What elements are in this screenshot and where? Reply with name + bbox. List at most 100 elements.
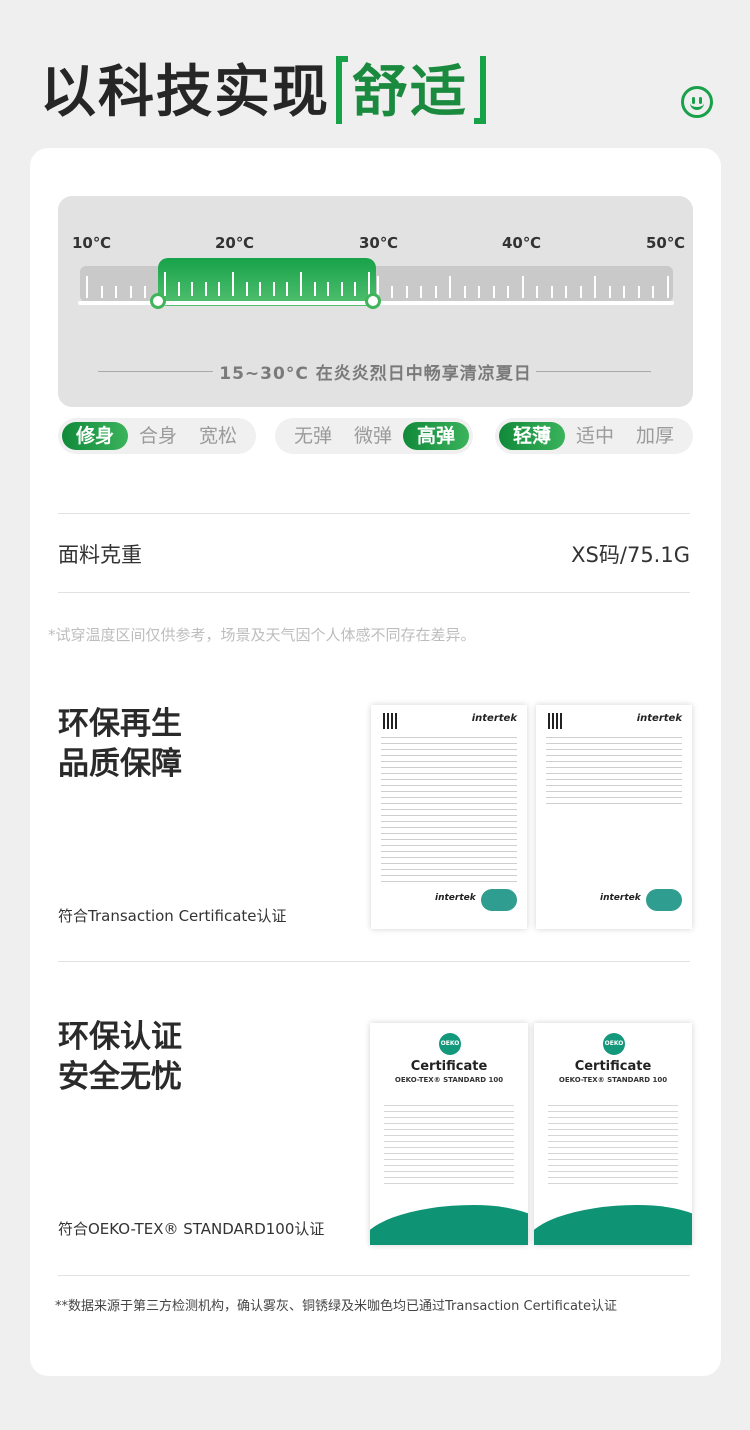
certificate-standard: OEKO-TEX® STANDARD 100 [558, 1076, 668, 1084]
fit-group: 修身 合身 宽松 [58, 418, 256, 454]
content-card: 10℃ 20℃ 30℃ 40℃ 50℃ 15~30°C 在炎炎烈日中畅享清凉夏日… [30, 148, 721, 1376]
range-tick [218, 282, 221, 296]
fabric-weight-label: 面料克重 [58, 543, 142, 567]
transaction-certificate-page-2: intertek intertek [536, 705, 692, 929]
intertek-logo-footer: intertek [600, 893, 641, 903]
bracket-left-icon [336, 56, 348, 124]
document-text-lines [381, 737, 517, 887]
section2-subtitle: 符合OEKO-TEX® STANDARD100认证 [58, 1220, 325, 1238]
range-tick [300, 272, 302, 296]
certificate-text-lines [384, 1105, 514, 1185]
range-end-handle [365, 293, 381, 309]
ruler-tick [492, 286, 495, 298]
ruler-tick [507, 286, 510, 298]
oeko-tex-badge-icon: OEKO TEX [603, 1033, 625, 1069]
ruler-tick [391, 286, 394, 298]
section2-title-line1: 环保认证 [58, 1019, 182, 1055]
recycled-standard-seal-icon [481, 889, 517, 911]
ruler-tick [623, 286, 626, 298]
ruler-tick [521, 276, 524, 298]
divider [58, 513, 690, 514]
intertek-logo: intertek [471, 713, 517, 724]
ruler-tick [594, 276, 597, 298]
temperature-selected-range [158, 258, 376, 306]
certificate-wave-decoration [534, 1205, 692, 1245]
range-tick [272, 282, 275, 296]
range-tick [313, 282, 316, 296]
temp-label-20: 20℃ [215, 234, 255, 252]
range-tick [204, 282, 207, 296]
range-tick [164, 272, 166, 296]
temp-label-30: 30℃ [359, 234, 399, 252]
fit-option-loose: 宽松 [198, 425, 237, 447]
divider [58, 961, 690, 962]
certificate-standard: OEKO-TEX® STANDARD 100 [394, 1076, 504, 1084]
fabric-weight-value: XS码/75.1G [571, 543, 690, 567]
page-header: 以科技实现 舒适 [0, 0, 750, 150]
ruler-tick [565, 286, 568, 298]
fit-option-slim: 修身 [62, 422, 128, 450]
certificate-title: Certificate [410, 1059, 488, 1074]
range-tick [191, 282, 194, 296]
ruler-tick [100, 286, 103, 298]
ruler-tick [637, 286, 640, 298]
temperature-range-panel: 10℃ 20℃ 30℃ 40℃ 50℃ 15~30°C 在炎炎烈日中畅享清凉夏日 [58, 196, 693, 407]
range-tick [327, 282, 330, 296]
range-start-handle [150, 293, 166, 309]
qr-code-icon [548, 713, 564, 729]
section1-title-line1: 环保再生 [58, 706, 182, 742]
document-text-lines [546, 737, 682, 807]
ruler-tick [86, 276, 88, 298]
ruler-tick [115, 286, 118, 298]
ruler-tick [536, 286, 539, 298]
intertek-logo: intertek [636, 713, 682, 724]
range-tick [259, 282, 262, 296]
bracket-right-icon [474, 56, 486, 124]
ruler-tick [463, 286, 466, 298]
temperature-note: *试穿温度区间仅供参考，场景及天气因个人体感不同存在差异。 [48, 626, 476, 644]
ruler-tick [449, 276, 452, 298]
transaction-certificate-page-1: intertek intertek [371, 705, 527, 929]
recycled-standard-seal-icon [646, 889, 682, 911]
ruler-tick [550, 286, 553, 298]
qr-code-icon [383, 713, 399, 729]
ruler-tick [420, 286, 423, 298]
fit-attributes: 修身 合身 宽松 无弹 微弹 高弹 轻薄 适中 加厚 [58, 418, 698, 456]
temp-label-50: 50℃ [646, 234, 686, 252]
oeko-tex-badge-icon: OEKO TEX [439, 1033, 461, 1069]
oeko-tex-certificate-1: OEKO TEX Certificate OEKO-TEX® STANDARD … [370, 1023, 528, 1245]
fit-option-regular: 合身 [138, 425, 177, 447]
certificate-title: Certificate [574, 1059, 652, 1074]
page-title: 以科技实现 [40, 60, 330, 125]
stretch-group: 无弹 微弹 高弹 [275, 418, 473, 454]
intertek-logo-footer: intertek [435, 893, 476, 903]
ruler-tick [144, 286, 147, 298]
thickness-option-medium: 适中 [575, 425, 614, 447]
ruler-tick [667, 276, 669, 298]
ruler-tick [652, 286, 655, 298]
divider [58, 1275, 690, 1276]
smile-icon [681, 86, 713, 118]
ruler-tick [405, 286, 408, 298]
section1-subtitle: 符合Transaction Certificate认证 [58, 907, 287, 925]
caption-line-right [536, 371, 651, 372]
range-tick [245, 282, 248, 296]
oeko-tex-certificate-2: OEKO TEX Certificate OEKO-TEX® STANDARD … [534, 1023, 692, 1245]
range-tick [232, 272, 234, 296]
temp-label-40: 40℃ [502, 234, 542, 252]
divider [58, 592, 690, 593]
thickness-group: 轻薄 适中 加厚 [495, 418, 693, 454]
stretch-option-none: 无弹 [293, 425, 332, 447]
section2-title-line2: 安全无忧 [58, 1059, 182, 1095]
data-source-disclaimer: **数据来源于第三方检测机构，确认雾灰、铜锈绿及米咖色均已通过Transacti… [55, 1299, 618, 1314]
thickness-option-thick: 加厚 [635, 425, 674, 447]
title-accent: 舒适 [352, 60, 468, 125]
certificate-text-lines [548, 1105, 678, 1185]
certificate-wave-decoration [370, 1205, 528, 1245]
ruler-tick [608, 286, 611, 298]
ruler-tick [478, 286, 481, 298]
ruler-tick [579, 286, 582, 298]
range-tick [340, 282, 343, 296]
range-tick [354, 282, 357, 296]
range-tick [286, 282, 289, 296]
